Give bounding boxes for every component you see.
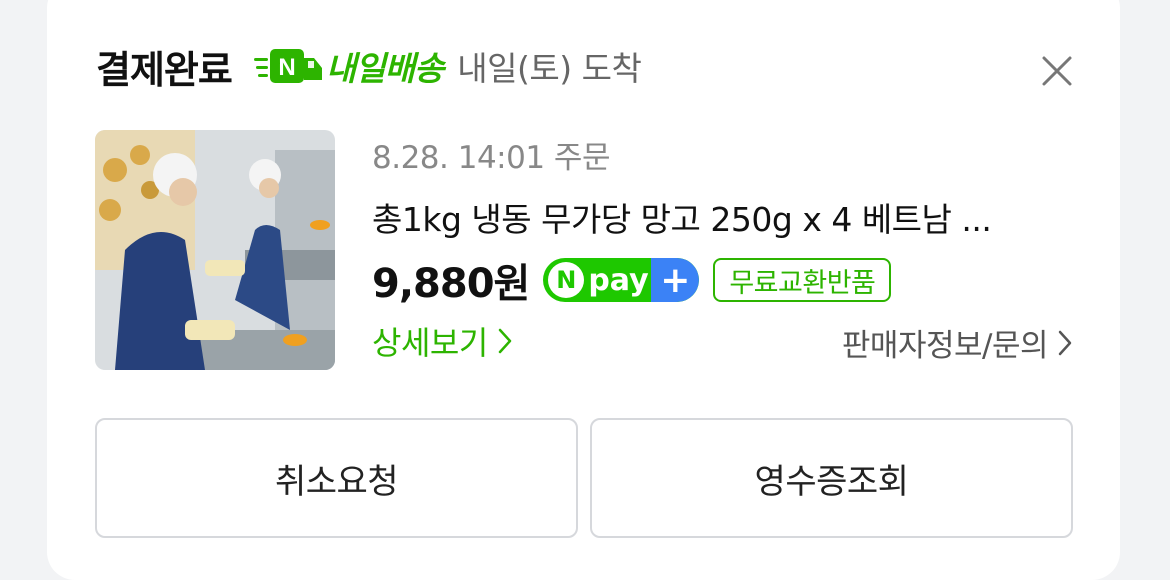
npay-badge: N pay +	[543, 258, 700, 302]
npay-n-icon: N	[548, 262, 585, 298]
truck-n-icon: N	[253, 49, 322, 83]
cancel-request-button[interactable]: 취소요청	[95, 418, 578, 538]
detail-link[interactable]: 상세보기	[372, 318, 514, 364]
close-icon[interactable]	[1036, 50, 1078, 92]
receipt-button[interactable]: 영수증조회	[590, 418, 1073, 538]
chevron-right-icon	[1058, 330, 1072, 355]
seller-info-link[interactable]: 판매자정보/문의	[842, 320, 1074, 365]
next-day-delivery-label: 내일배송	[325, 49, 444, 88]
chevron-right-icon	[498, 328, 512, 354]
detail-link-label: 상세보기	[372, 324, 488, 362]
npay-label: pay	[588, 262, 649, 298]
product-name[interactable]: 총1kg 냉동 무가당 망고 250g x 4 베트남 ...	[372, 193, 1077, 241]
svg-text:N: N	[278, 54, 295, 81]
price-row: 9,880원 N pay + 무료교환반품	[372, 252, 892, 308]
page-title: 결제완료	[96, 47, 233, 92]
seller-info-label: 판매자정보/문의	[841, 328, 1049, 364]
header: 결제완료 N 내일배송 내일(토) 도착	[96, 38, 642, 94]
order-date: 8.28. 14:01 주문	[372, 140, 610, 176]
arrival-text: 내일(토) 도착	[457, 49, 642, 88]
product-thumbnail[interactable]	[95, 130, 335, 370]
price: 9,880원	[372, 261, 530, 307]
free-exchange-badge: 무료교환반품	[713, 258, 892, 302]
npay-plus-icon: +	[651, 258, 700, 302]
